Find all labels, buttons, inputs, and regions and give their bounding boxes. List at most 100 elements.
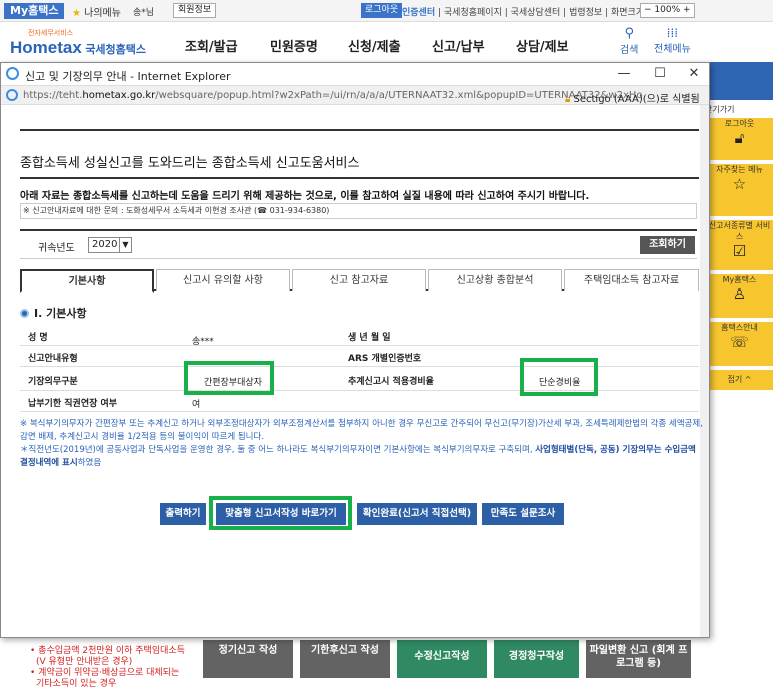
tab-basic-info[interactable]: 기본사항 (20, 269, 154, 293)
my-menu-label: 나의메뉴 (84, 8, 121, 19)
section-title: I. 기본사항 (20, 305, 87, 321)
chevron-down-icon: ▼ (119, 238, 131, 252)
row-label: 성 명 (28, 333, 48, 343)
all-menu-label: 전체메뉴 (654, 44, 691, 55)
quick-favorites[interactable]: 자주찾는 메뉴 ☆ (706, 164, 773, 216)
quick-service-label: 신고서종류별 서비스 (708, 221, 771, 241)
row-label: 납부기한 직권연장 여부 (28, 399, 118, 409)
quick-my-label: My홈택스 (722, 275, 757, 284)
util-link-nts[interactable]: 국세청홈페이지 (444, 8, 502, 18)
logo-korean: 국세청홈택스 (85, 43, 147, 56)
util-link-law[interactable]: 법령정보 (569, 8, 602, 18)
logo-subtitle: 전자세무서비스 (28, 29, 74, 37)
scrollbar[interactable] (700, 105, 709, 637)
check-icon: ☑ (732, 242, 747, 260)
year-filter-bar: 귀속년도 2020 ▼ 조회하기 (20, 229, 697, 259)
hometax-logo[interactable]: 전자세무서비스 Hometax 국세청홈택스 (10, 28, 146, 58)
note-1: ※ 복식부기의무자가 간편장부 또는 추계신고 하거나 외부조정대상자가 외부조… (20, 419, 703, 442)
zoom-level: 100% (654, 5, 681, 15)
quick-my-hometax[interactable]: My홈택스 ♙ (706, 274, 773, 318)
chat-icon: ☏ (730, 333, 749, 351)
late-filing-box[interactable]: 기한후신고 작성 (300, 640, 390, 678)
regular-filing-box[interactable]: 정기신고 작성 (203, 640, 293, 678)
nav-inquiry[interactable]: 조회/발급 (185, 36, 238, 55)
util-link-cert[interactable]: 인증센터 (402, 8, 435, 18)
correction-claim-box[interactable]: 경정청구작성 (494, 640, 579, 678)
maximize-icon[interactable]: ☐ (645, 65, 675, 83)
notice-text: 아래 자료는 종합소득세를 신고하는데 도움을 드리기 위해 제공하는 것으로,… (20, 191, 590, 202)
lookup-button[interactable]: 조회하기 (640, 236, 695, 254)
my-menu-link[interactable]: ★ 나의메뉴 (72, 4, 121, 19)
section-title-text: I. 기본사항 (34, 307, 87, 320)
quick-guide-label: 홈택스안내 (721, 323, 758, 332)
tab-analysis[interactable]: 신고상황 종합분석 (428, 269, 562, 291)
ie-titlebar: 신고 및 기장의무 안내 - Internet Explorer — ☐ ✕ (1, 63, 709, 85)
search-button[interactable]: ⚲ 검색 (620, 26, 638, 56)
quick-guide[interactable]: 홈택스안내 ☏ (706, 322, 773, 366)
ie-page-icon (6, 89, 18, 101)
top-divider (20, 129, 699, 131)
ie-window-title: 신고 및 기장의무 안내 - Internet Explorer (25, 70, 231, 83)
logo-tax: tax (57, 38, 82, 57)
row-label: 신고안내유형 (28, 354, 78, 364)
cert-label: Sectigo (AAA)(으)로 식별됨 (573, 94, 700, 105)
url-prefix: https://teht. (23, 90, 83, 101)
row-label: 생 년 월 일 (348, 333, 391, 343)
search-label: 검색 (620, 45, 639, 56)
search-icon: ⚲ (624, 26, 634, 41)
profile-button[interactable]: 회원정보 (173, 3, 217, 18)
nav-consult[interactable]: 상담/제보 (516, 36, 569, 55)
utility-links: 인증센터 | 국세청홈페이지 | 국세상담센터 | 법령정보 | 화면크기 (402, 8, 645, 18)
tab-cautions[interactable]: 신고시 유의할 사항 (156, 269, 290, 291)
custom-filing-button[interactable]: 맞춤형 신고서작성 바로가기 (216, 503, 346, 525)
popup-title: 종합소득세 성실신고를 도와드리는 종합소득세 신고도움서비스 (20, 156, 360, 171)
row-label: 추계신고시 적용경비율 (348, 377, 434, 387)
year-select[interactable]: 2020 ▼ (88, 237, 132, 253)
quick-collapse-label: 접기 (727, 375, 743, 384)
main-navigation: 전자세무서비스 Hometax 국세청홈택스 조회/발급 민원증명 신청/제출 … (0, 22, 773, 62)
ie-cert-info[interactable]: 🔒︎ Sectigo (AAA)(으)로 식별됨 (565, 90, 700, 105)
table-row: 성 명 송*** 생 년 월 일 (20, 325, 699, 347)
zoom-control[interactable]: − 100% + (640, 3, 695, 18)
title-divider (20, 177, 699, 179)
nav-certificate[interactable]: 민원증명 (270, 36, 318, 55)
note-2: ＊직전년도(2019년)에 공동사업과 단독사업을 운영한 경우, 둘 중 어느… (20, 444, 705, 470)
ie-url[interactable]: https://teht.hometax.go.kr/websquare/pop… (23, 90, 643, 101)
nav-application[interactable]: 신청/제출 (348, 36, 401, 55)
lock-icon: 🔒︎ (565, 94, 571, 105)
row-value: 여 (192, 400, 201, 410)
star-outline-icon: ☆ (732, 175, 747, 193)
nav-filing[interactable]: 신고/납부 (432, 36, 485, 55)
close-icon[interactable]: ✕ (679, 65, 709, 83)
ie-logo-icon (6, 67, 19, 80)
my-hometax-button[interactable]: My홈택스 (4, 3, 65, 19)
top-utility-bar: My홈택스 ★ 나의메뉴 송*님 회원정보 로그아웃 인증센터 | 국세청홈페이… (0, 0, 773, 22)
person-icon: ♙ (732, 285, 747, 303)
lock-icon: 🔓︎ (734, 129, 745, 147)
quick-collapse[interactable]: 접기 ^ (706, 370, 773, 390)
quick-logout[interactable]: 로그아웃 🔓︎ (706, 118, 773, 160)
print-button[interactable]: 출력하기 (160, 503, 206, 525)
file-convert-box[interactable]: 파일변환 신고 (회계 프로그램 등) (586, 640, 691, 678)
survey-button[interactable]: 만족도 설문조사 (482, 503, 564, 525)
tab-bar: 기본사항 신고시 유의할 사항 신고 참고자료 신고상황 종합분석 주택임대소득… (20, 269, 699, 293)
notes: ※ 복식부기의무자가 간편장부 또는 추계신고 하거나 외부조정대상자가 외부조… (20, 418, 705, 470)
ie-address-bar[interactable]: https://teht.hometax.go.kr/websquare/pop… (1, 85, 709, 105)
row-label: 기장의무구분 (28, 377, 78, 387)
amended-filing-box[interactable]: 수정신고작성 (397, 640, 487, 678)
bullet-icon (20, 309, 29, 318)
minimize-icon[interactable]: — (609, 65, 639, 83)
tab-rental-income[interactable]: 주택임대소득 참고자료 (564, 269, 699, 291)
logout-button[interactable]: 로그아웃 (361, 3, 403, 18)
quick-favorites-label: 자주찾는 메뉴 (716, 165, 763, 174)
ie-popup-window: 신고 및 기장의무 안내 - Internet Explorer — ☐ ✕ h… (0, 62, 710, 638)
all-menu-button[interactable]: ⁞⁞⁞ 전체메뉴 (654, 26, 691, 55)
util-link-counsel[interactable]: 국세상담센터 (511, 8, 561, 18)
highlight-expense-rate (520, 358, 598, 396)
tab-reference[interactable]: 신고 참고자료 (292, 269, 426, 291)
quick-logout-label: 로그아웃 (724, 119, 755, 128)
confirm-direct-select-button[interactable]: 확인완료(신고서 직접선택) (357, 503, 477, 525)
welcome-text: 송*님 (133, 8, 155, 18)
quick-service[interactable]: 신고서종류별 서비스 ☑ (706, 220, 773, 270)
highlight-bookkeeping (184, 361, 274, 395)
